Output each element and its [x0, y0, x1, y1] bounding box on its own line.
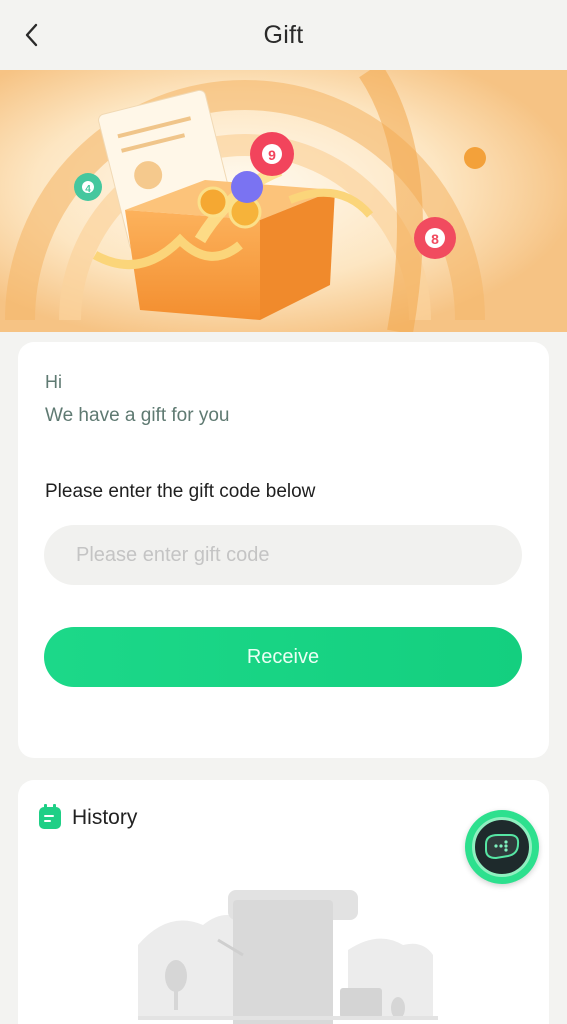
ball-number-9: 9 — [268, 147, 276, 163]
top-bar: Gift — [0, 0, 567, 70]
empty-history-illustration — [138, 890, 438, 1024]
page-title: Gift — [263, 20, 304, 49]
history-card: History — [18, 780, 549, 1024]
gift-message: We have a gift for you — [45, 405, 230, 426]
floating-chat-button[interactable] — [465, 810, 539, 884]
gift-box-illustration: 9 4 8 — [0, 70, 567, 332]
gift-code-prompt: Please enter the gift code below — [45, 481, 316, 502]
gift-code-input[interactable] — [44, 525, 522, 585]
chevron-left-icon — [25, 23, 38, 47]
chat-bubble-icon — [472, 817, 532, 877]
ball-number-8: 8 — [431, 231, 439, 247]
back-button[interactable] — [14, 17, 50, 53]
greeting-text: Hi — [45, 372, 62, 392]
gift-code-card: Hi We have a gift for you Please enter t… — [18, 342, 549, 758]
gift-banner: 9 4 8 — [0, 70, 567, 332]
receive-button[interactable]: Receive — [44, 627, 522, 687]
ball-number-4: 4 — [85, 184, 91, 195]
